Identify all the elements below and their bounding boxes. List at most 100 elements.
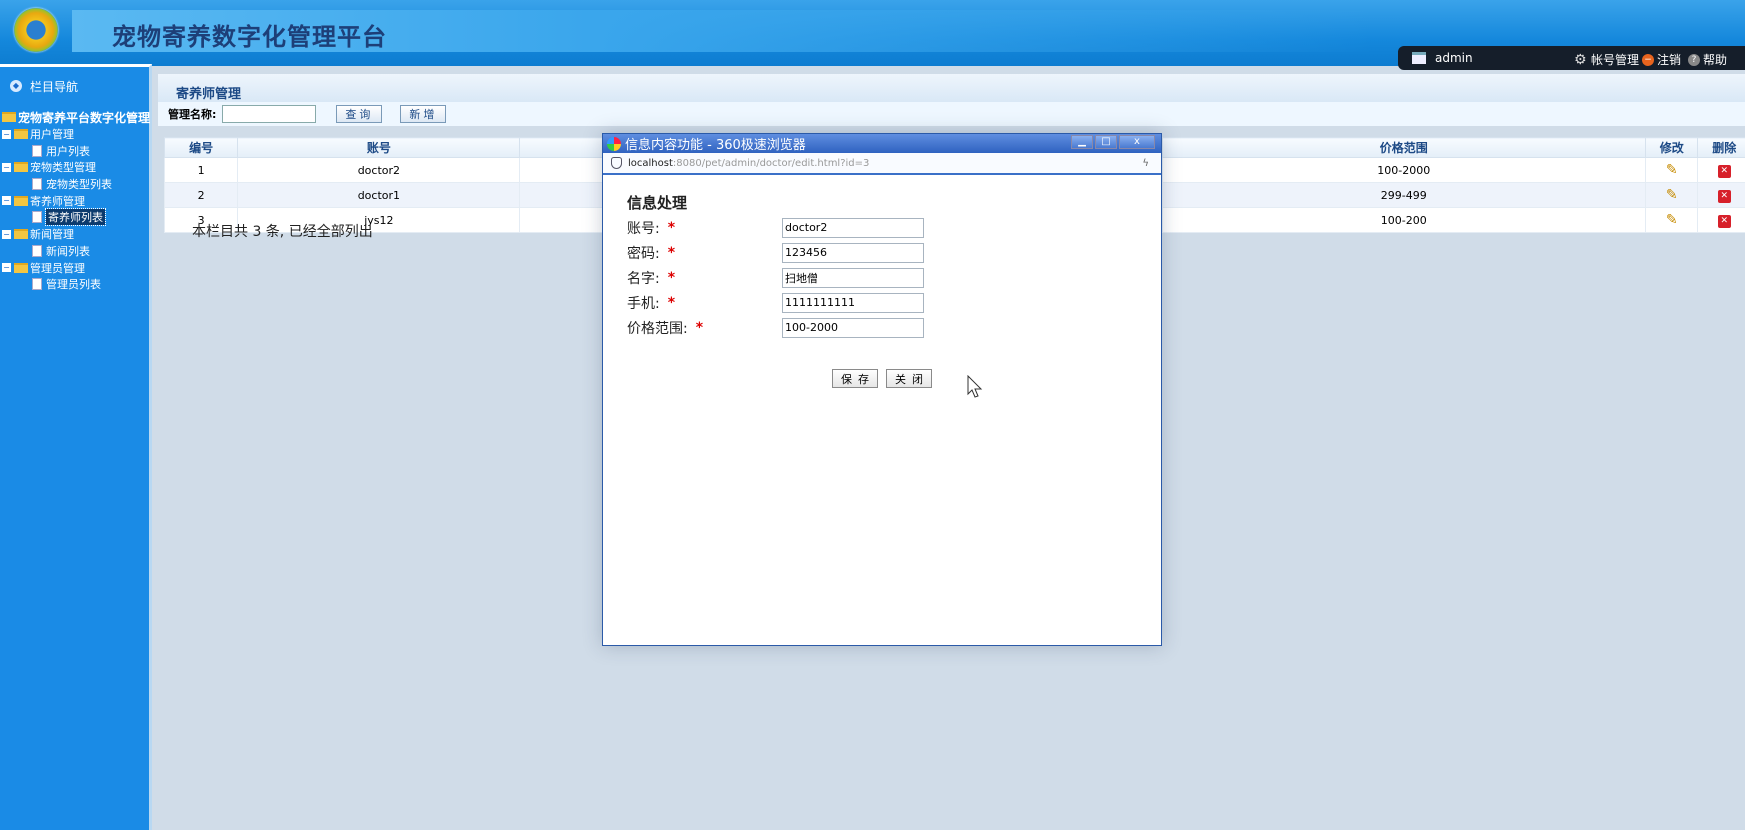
logout-label: 注销 [1657,53,1682,67]
tree-item-label: 寄养师列表 [45,208,106,227]
folder-icon [2,112,16,123]
tree-item-pet-type-list[interactable]: 宠物类型列表 [2,176,150,193]
tree-item-label: 管理员列表 [46,278,101,292]
col-account: 账号 [237,137,521,158]
edit-dialog: 信息内容功能 - 360极速浏览器 ▁ □ x localhost :8080/… [602,133,1162,646]
search-toolbar: 管理名称: 查询 新增 [158,102,1745,126]
edit-form: 信息处理 账号: * 密码: * 名字: * 手机: * 价格范围: * [627,192,1087,340]
cell-price: 100-2000 [1161,157,1646,183]
nav-tree: 宠物寄养平台数字化管理 − 用户管理 用户列表 − 宠物类型管理 宠物类型列表 − 寄… [2,109,150,293]
required-mark: * [695,319,704,336]
field-password: 密码: * [627,240,1087,265]
tree-group-news[interactable]: − 新闻管理 [2,226,150,243]
required-mark: * [667,294,676,311]
sidebar-title: 栏目导航 [30,79,79,94]
folder-icon [14,195,28,206]
dialog-title: 信息内容功能 - 360极速浏览器 [625,138,806,153]
help-icon: ? [1688,53,1700,66]
folder-icon [14,229,28,240]
tree-group-pet-types[interactable]: − 宠物类型管理 [2,159,150,176]
delete-icon[interactable]: ✕ [1717,214,1731,228]
cell-price: 299-499 [1161,182,1646,208]
sidebar: ◆ 栏目导航 宠物寄养平台数字化管理 − 用户管理 用户列表 − 宠物类型管理 宠物… [0,64,152,830]
field-name: 名字: * [627,265,1087,290]
gear-icon: ⚙ [1574,51,1587,68]
nav-icon: ◆ [10,80,22,92]
logout-link[interactable]: − 注销 [1642,51,1681,68]
field-label: 账号: [627,220,660,237]
window-controls: ▁ □ x [1071,135,1155,149]
price-range-input[interactable] [782,317,924,338]
delete-cell: ✕ [1697,207,1745,233]
delete-icon[interactable]: ✕ [1717,189,1731,203]
logout-icon: − [1642,53,1654,66]
collapse-icon[interactable]: − [2,229,11,239]
calendar-icon [1412,52,1426,64]
tree-group-label: 寄养师管理 [30,194,85,208]
tree-group-label: 新闻管理 [30,228,74,242]
mouse-cursor-icon [967,375,983,398]
logo-icon [14,8,58,52]
tree-group-admins[interactable]: − 管理员管理 [2,259,150,276]
search-label: 管理名称: [168,108,217,121]
minimize-icon[interactable]: ▁ [1071,135,1093,149]
close-icon[interactable]: x [1119,135,1155,149]
form-title: 信息处理 [627,194,688,212]
url-path: :8080/pet/admin/doctor/edit.html?id=3 [672,157,870,169]
tree-group-users[interactable]: − 用户管理 [2,126,150,143]
save-button[interactable]: 保存 [832,369,878,388]
tree-root-label: 宠物寄养平台数字化管理 [18,110,151,125]
tree-item-user-list[interactable]: 用户列表 [2,142,150,159]
search-input[interactable] [222,105,317,123]
field-label: 手机: [627,295,660,312]
maximize-icon[interactable]: □ [1095,135,1117,149]
tree-item-admin-list[interactable]: 管理员列表 [2,276,150,293]
username: admin [1435,51,1473,65]
dialog-titlebar[interactable]: 信息内容功能 - 360极速浏览器 ▁ □ x [603,134,1161,153]
delete-icon[interactable]: ✕ [1717,164,1731,178]
account-link[interactable]: ⚙ 帐号管理 [1574,51,1639,68]
cell-id: 2 [163,182,239,208]
required-mark: * [667,269,676,286]
collapse-icon[interactable]: − [2,162,11,172]
pencil-icon[interactable]: ✎ [1666,212,1678,228]
col-price: 价格范围 [1161,137,1646,158]
address-bar[interactable]: localhost :8080/pet/admin/doctor/edit.ht… [603,153,1161,175]
phone-input[interactable] [782,292,924,313]
password-input[interactable] [782,242,924,263]
tree-item-label: 用户列表 [46,144,90,158]
query-button[interactable]: 查询 [336,105,383,123]
collapse-icon[interactable]: − [2,263,11,273]
close-button[interactable]: 关闭 [886,369,932,388]
help-link[interactable]: ? 帮助 [1688,51,1727,68]
tree-item-sitter-list[interactable]: 寄养师列表 [2,208,150,227]
cell-price: 100-200 [1161,207,1646,233]
bolt-icon[interactable]: ϟ [1142,158,1149,169]
account-input[interactable] [782,217,924,238]
tree-item-news-list[interactable]: 新闻列表 [2,243,150,260]
name-input[interactable] [782,267,924,288]
page-icon [32,278,42,291]
edit-cell: ✎ [1644,157,1699,183]
cell-account: doctor2 [237,157,521,183]
folder-icon [14,262,28,273]
tree-root[interactable]: 宠物寄养平台数字化管理 [2,109,150,126]
field-label: 密码: [627,245,660,262]
tree-group-sitters[interactable]: − 寄养师管理 [2,192,150,209]
col-delete: 删除 [1697,137,1745,158]
browser-360-icon [607,136,621,151]
collapse-icon[interactable]: − [2,129,11,139]
field-label: 价格范围: [627,320,688,337]
col-edit: 修改 [1644,137,1699,158]
pencil-icon[interactable]: ✎ [1666,187,1678,203]
user-info: admin [1412,51,1473,65]
pencil-icon[interactable]: ✎ [1666,162,1678,178]
new-button[interactable]: 新增 [400,105,447,123]
page-icon [32,178,42,191]
app-title: 宠物寄养数字化管理平台 [112,23,387,51]
section-title: 寄养师管理 [158,74,1745,102]
help-label: 帮助 [1703,53,1728,67]
field-account: 账号: * [627,215,1087,240]
tree-group-label: 用户管理 [30,128,74,142]
collapse-icon[interactable]: − [2,196,11,206]
